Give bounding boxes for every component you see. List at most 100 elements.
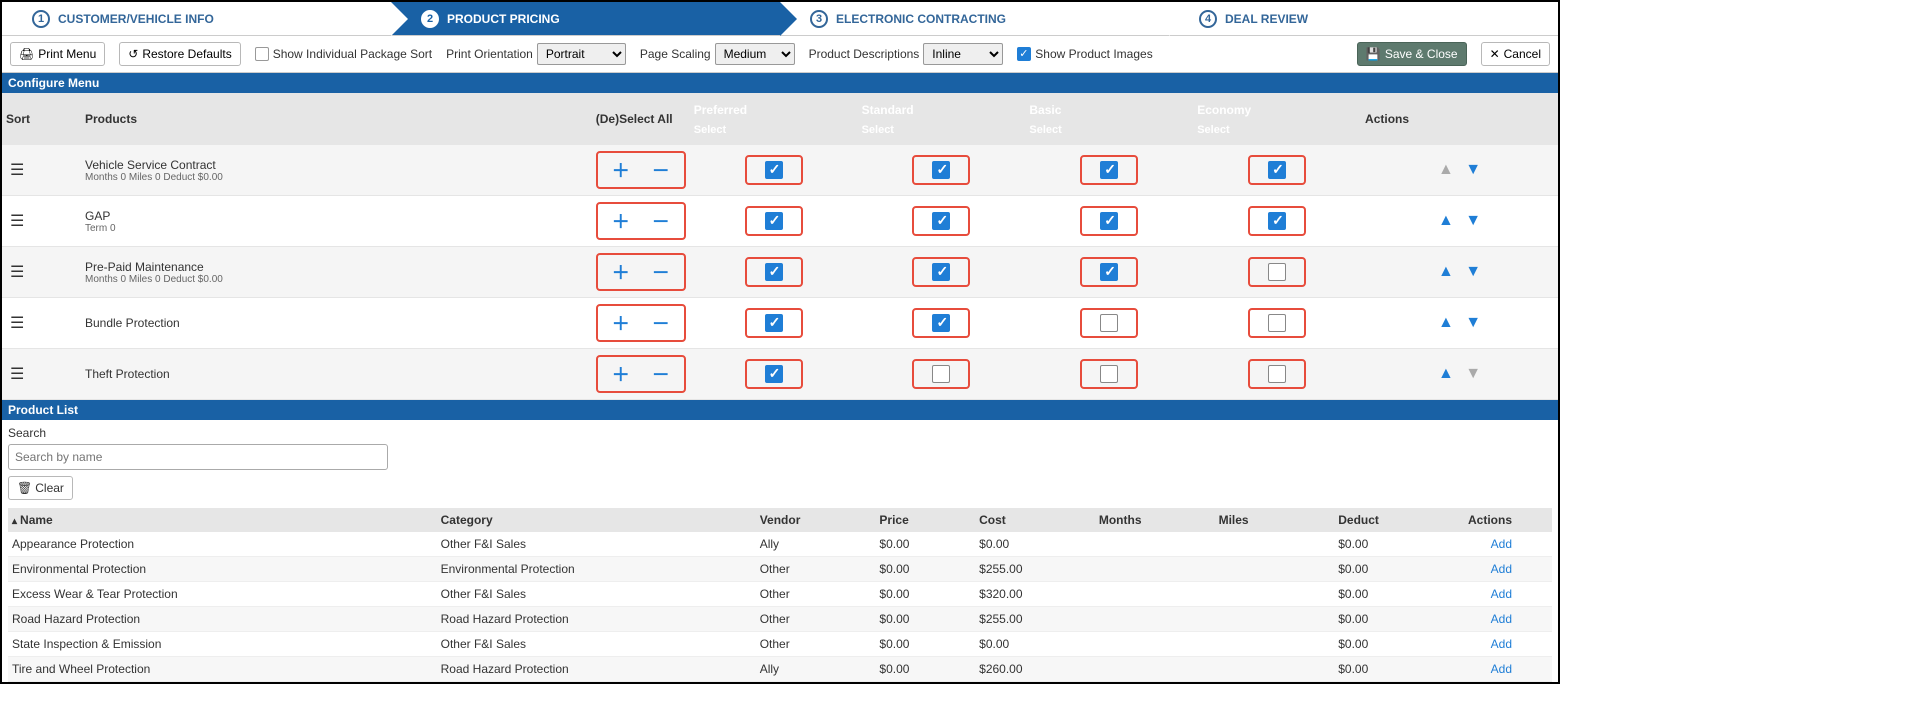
plan-standard-select[interactable]: Select [862, 121, 1022, 139]
plan-preferred-checkbox[interactable] [765, 263, 783, 281]
select-all-icon[interactable]: ＋ [604, 259, 638, 285]
plan-standard-checkbox[interactable] [932, 161, 950, 179]
move-up-icon[interactable]: ▲ [1434, 314, 1458, 331]
plan-standard-checkbox[interactable] [932, 314, 950, 332]
header-name[interactable]: Name [8, 508, 437, 532]
select-all-icon[interactable]: ＋ [604, 310, 638, 336]
select-all-icon[interactable]: ＋ [604, 157, 638, 183]
search-label: Search [8, 426, 1552, 440]
header-months[interactable]: Months [1095, 508, 1215, 532]
product-name: Theft Protection [85, 367, 588, 381]
header-vendor[interactable]: Vendor [756, 508, 876, 532]
add-link[interactable]: Add [1491, 662, 1512, 676]
move-up-icon[interactable]: ▲ [1434, 365, 1458, 382]
show-individual-sort[interactable]: Show Individual Package Sort [255, 47, 432, 61]
cell-vendor: Other [756, 582, 876, 607]
cancel-button[interactable]: ✕ Cancel [1481, 42, 1550, 66]
header-plan-basic[interactable]: Basic Select [1025, 93, 1193, 145]
cell-miles [1215, 657, 1335, 682]
add-link[interactable]: Add [1491, 637, 1512, 651]
plan-basic-checkbox[interactable] [1100, 314, 1118, 332]
plan-economy-checkbox[interactable] [1268, 314, 1286, 332]
move-down-icon[interactable]: ▼ [1461, 263, 1485, 280]
plan-preferred-checkbox[interactable] [765, 212, 783, 230]
plan-basic-name: Basic [1029, 99, 1189, 121]
add-link[interactable]: Add [1491, 587, 1512, 601]
drag-handle-icon[interactable]: ☰ [6, 366, 24, 383]
add-link[interactable]: Add [1491, 612, 1512, 626]
print-orientation-select[interactable]: PortraitLandscape [537, 43, 626, 65]
header-plan-standard[interactable]: Standard Select [858, 93, 1026, 145]
select-all-icon[interactable]: ＋ [604, 208, 638, 234]
select-all-icon[interactable]: ＋ [604, 361, 638, 387]
move-down-icon[interactable]: ▼ [1461, 212, 1485, 229]
show-product-images-checkbox[interactable] [1017, 47, 1031, 61]
plan-economy-checkbox[interactable] [1268, 212, 1286, 230]
plan-economy-checkbox[interactable] [1268, 161, 1286, 179]
deselect-all-icon[interactable]: － [644, 259, 678, 285]
show-individual-sort-checkbox[interactable] [255, 47, 269, 61]
plan-basic-checkbox[interactable] [1100, 365, 1118, 383]
plan-basic-checkbox[interactable] [1100, 263, 1118, 281]
deselect-all-icon[interactable]: － [644, 157, 678, 183]
drag-handle-icon[interactable]: ☰ [6, 213, 24, 230]
add-link[interactable]: Add [1491, 562, 1512, 576]
deselect-all-icon[interactable]: － [644, 208, 678, 234]
save-close-button[interactable]: 💾 Save & Close [1357, 42, 1467, 66]
move-up-icon[interactable]: ▲ [1434, 212, 1458, 229]
step-1[interactable]: 1CUSTOMER/VEHICLE INFO [2, 2, 391, 35]
move-down-icon[interactable]: ▼ [1461, 161, 1485, 178]
plan-preferred-select[interactable]: Select [694, 121, 854, 139]
cell-cost: $255.00 [975, 607, 1095, 632]
print-menu-button[interactable]: 🖨 Print Menu [10, 42, 105, 66]
header-price[interactable]: Price [875, 508, 975, 532]
plan-basic-select[interactable]: Select [1029, 121, 1189, 139]
cell-vendor: Other [756, 557, 876, 582]
cell-months [1095, 557, 1215, 582]
show-product-images[interactable]: Show Product Images [1017, 47, 1152, 61]
plan-economy-checkbox[interactable] [1268, 365, 1286, 383]
header-category[interactable]: Category [437, 508, 756, 532]
plan-standard-checkbox[interactable] [932, 212, 950, 230]
cell-miles [1215, 607, 1335, 632]
deselect-all-icon[interactable]: － [644, 361, 678, 387]
add-link[interactable]: Add [1491, 537, 1512, 551]
drag-handle-icon[interactable]: ☰ [6, 315, 24, 332]
plan-economy-checkbox[interactable] [1268, 263, 1286, 281]
header-plan-preferred[interactable]: Preferred Select [690, 93, 858, 145]
clear-button[interactable]: 🗑 Clear [8, 476, 73, 500]
search-input[interactable] [8, 444, 388, 470]
move-up-icon[interactable]: ▲ [1434, 263, 1458, 280]
restore-defaults-button[interactable]: ↺ Restore Defaults [119, 42, 240, 66]
step-2[interactable]: 2PRODUCT PRICING [391, 2, 780, 35]
header-deduct[interactable]: Deduct [1334, 508, 1464, 532]
plan-basic-checkbox[interactable] [1100, 161, 1118, 179]
plan-standard-checkbox[interactable] [932, 263, 950, 281]
drag-handle-icon[interactable]: ☰ [6, 264, 24, 281]
step-label: DEAL REVIEW [1225, 12, 1308, 26]
header-miles[interactable]: Miles [1215, 508, 1335, 532]
plan-economy-select[interactable]: Select [1197, 121, 1357, 139]
move-down-icon[interactable]: ▼ [1461, 314, 1485, 331]
plan-standard-checkbox[interactable] [932, 365, 950, 383]
plan-preferred-checkbox[interactable] [765, 314, 783, 332]
page-scaling-select[interactable]: SmallMediumLarge [715, 43, 795, 65]
cell-category: Road Hazard Protection [437, 607, 756, 632]
header-cost[interactable]: Cost [975, 508, 1095, 532]
plan-preferred-checkbox[interactable] [765, 365, 783, 383]
config-row: ☰GAPTerm 0＋－▲ ▼ [2, 196, 1558, 247]
deselect-all-icon[interactable]: － [644, 310, 678, 336]
drag-handle-icon[interactable]: ☰ [6, 162, 24, 179]
print-orientation: Print Orientation PortraitLandscape [446, 43, 626, 65]
header-sort: Sort [2, 93, 81, 145]
cell-category: Environmental Protection [437, 557, 756, 582]
header-actions: Actions [1361, 93, 1558, 145]
plan-basic-checkbox[interactable] [1100, 212, 1118, 230]
product-descriptions-select[interactable]: InlineTooltipNone [923, 43, 1003, 65]
step-3[interactable]: 3ELECTRONIC CONTRACTING [780, 2, 1169, 35]
header-plan-economy[interactable]: Economy Select [1193, 93, 1361, 145]
cell-category: Road Hazard Protection [437, 657, 756, 682]
plan-preferred-checkbox[interactable] [765, 161, 783, 179]
step-4[interactable]: 4DEAL REVIEW [1169, 2, 1558, 35]
config-row: ☰Pre-Paid MaintenanceMonths 0 Miles 0 De… [2, 247, 1558, 298]
